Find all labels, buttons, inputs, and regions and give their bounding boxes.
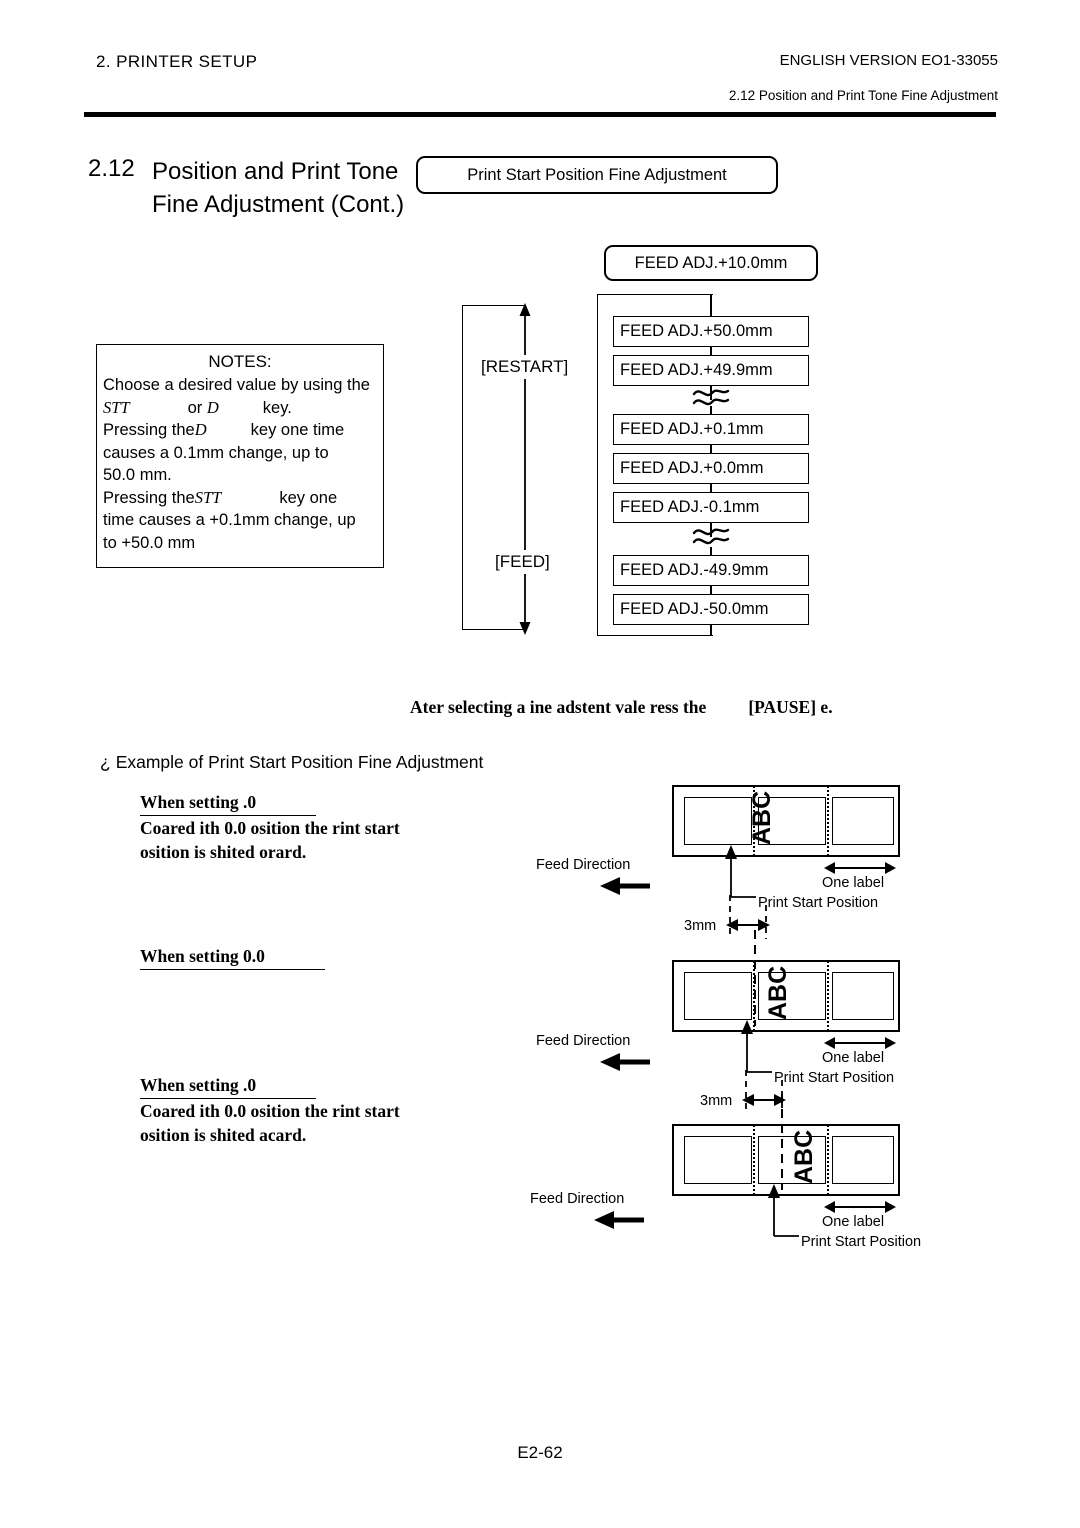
notes-box: NOTES: Choose a desired value by using t… xyxy=(96,344,384,568)
one-label-text: One label xyxy=(822,1214,885,1230)
notes-line-7: time causes a +0.1mm change, up xyxy=(103,511,356,529)
example-heading: ¿ Example of Print Start Position Fine Ad… xyxy=(100,752,483,773)
flow-state-box: FEED ADJ.-49.9mm xyxy=(613,555,809,586)
notes-title: NOTES: xyxy=(208,352,272,371)
case-desc-line: osition is shited acard. xyxy=(140,1125,307,1145)
flow-connector xyxy=(710,484,712,492)
flow-loop-arrow xyxy=(518,303,532,635)
flow-loop-path xyxy=(462,305,526,630)
label-rect xyxy=(684,972,752,1020)
label-rect xyxy=(832,797,894,845)
flow-label-feed: [FEED] xyxy=(492,550,553,574)
flow-state-box: FEED ADJ.+49.9mm xyxy=(613,355,809,386)
key-name-restart-2: STT xyxy=(194,487,222,507)
one-label-text: One label xyxy=(822,1050,885,1066)
label-rect xyxy=(684,1136,752,1184)
key-name-feed: D xyxy=(206,397,219,417)
bullet-glyph: ¿ xyxy=(100,752,111,772)
instruction-tail: e. xyxy=(820,697,833,717)
printed-text-abc: ABC xyxy=(790,1129,818,1184)
page-footer: E2-62 xyxy=(517,1443,563,1462)
label-gap-line xyxy=(753,1125,755,1195)
instruction-line: Ater selecting a ine adstent vale ress t… xyxy=(410,697,833,718)
flow-label-restart: [RESTART] xyxy=(478,355,572,379)
feed-direction-arrow xyxy=(600,876,652,896)
flow-connector xyxy=(710,347,712,355)
case-block-3: When setting .0 Coared ith 0.0 osition t… xyxy=(140,1073,400,1147)
header-section-ref: 2.12 Position and Print Tone Fine Adjust… xyxy=(728,88,998,103)
flow-connector xyxy=(710,406,712,414)
notes-body: Choose a desired value by using the STT o… xyxy=(97,372,383,554)
header-chapter: 2. PRINTER SETUP xyxy=(96,52,258,71)
page-title: Position and Print Tone Fine Adjustment … xyxy=(152,158,405,218)
flow-connector xyxy=(710,445,712,453)
print-start-dash-3 xyxy=(779,1094,785,1190)
flow-connector xyxy=(710,547,712,555)
flow-top-state: FEED ADJ.+10.0mm xyxy=(604,245,818,281)
case-title: When setting .0 xyxy=(140,1073,317,1099)
key-name-restart: STT xyxy=(103,397,130,417)
dimension-3mm-label: 3mm xyxy=(700,1093,733,1109)
printed-text-abc: ABC xyxy=(748,790,776,845)
printed-text-abc: ABC xyxy=(764,965,792,1020)
example-heading-text: Example of Print Start Position Fine Adj… xyxy=(115,752,484,772)
pause-key-label: [PAUSE] xyxy=(748,697,817,717)
feed-direction-label: Feed Direction xyxy=(536,857,631,873)
dimension-3mm-label: 3mm xyxy=(684,918,717,934)
feed-direction-arrow xyxy=(600,1052,652,1072)
label-rect xyxy=(684,797,752,845)
case-desc-line: Coared ith 0.0 osition the rint start xyxy=(140,1101,400,1121)
flow-connector xyxy=(710,586,712,594)
case-block-1: When setting .0 Coared ith 0.0 osition t… xyxy=(140,790,400,864)
print-start-position-label: Print Start Position xyxy=(801,1234,922,1250)
header-version: ENGLISH VERSION EO1-33055 xyxy=(779,52,998,69)
case-desc-line: Coared ith 0.0 osition the rint start xyxy=(140,818,400,838)
case-title: When setting .0 xyxy=(140,790,317,816)
feed-direction-label: Feed Direction xyxy=(530,1191,625,1207)
feed-direction-label: Feed Direction xyxy=(536,1033,631,1049)
print-start-position-label: Print Start Position xyxy=(758,895,879,911)
one-label-text: One label xyxy=(822,875,885,891)
notes-line-4: causes a 0.1mm change, up to xyxy=(103,443,329,462)
case-block-2: When setting 0.0 xyxy=(140,944,325,970)
notes-line-1: Choose a desired value by using the xyxy=(103,376,370,394)
flow-state-box: FEED ADJ.+50.0mm xyxy=(613,316,809,347)
label-rect xyxy=(832,972,894,1020)
flow-state-box: FEED ADJ.-50.0mm xyxy=(613,594,809,625)
headline-box: Print Start Position Fine Adjustment xyxy=(416,156,778,194)
section-number: 2.12 xyxy=(88,155,135,182)
flow-state-box: FEED ADJ.+0.0mm xyxy=(613,453,809,484)
notes-line-2: STT or Dkey. xyxy=(103,397,292,417)
notes-line-5: 50.0 mm. xyxy=(103,466,172,484)
label-rect xyxy=(832,1136,894,1184)
key-name-feed-2: D xyxy=(194,420,207,439)
flow-state-box: FEED ADJ.-0.1mm xyxy=(613,492,809,523)
dim-3mm-1 xyxy=(724,895,772,939)
notes-line-3: Pressing theD key one time xyxy=(103,420,345,439)
manual-page: 2. PRINTER SETUP ENGLISH VERSION EO1-330… xyxy=(0,0,1080,1528)
flow-connector xyxy=(710,625,712,636)
flow-connector xyxy=(710,294,712,316)
notes-line-8: to +50.0 mm xyxy=(103,533,196,552)
instruction-text: Ater selecting a ine adstent vale ress t… xyxy=(410,697,707,717)
print-start-position-label: Print Start Position xyxy=(774,1070,895,1086)
header-divider xyxy=(84,112,996,117)
case-title: When setting 0.0 xyxy=(140,944,325,970)
flow-state-box: FEED ADJ.+0.1mm xyxy=(613,414,809,445)
notes-line-6: Pressing theSTT key one xyxy=(103,487,338,507)
print-start-dash-2 xyxy=(752,930,758,1026)
feed-direction-arrow xyxy=(594,1210,646,1230)
case-desc-line: osition is shited orard. xyxy=(140,842,307,862)
